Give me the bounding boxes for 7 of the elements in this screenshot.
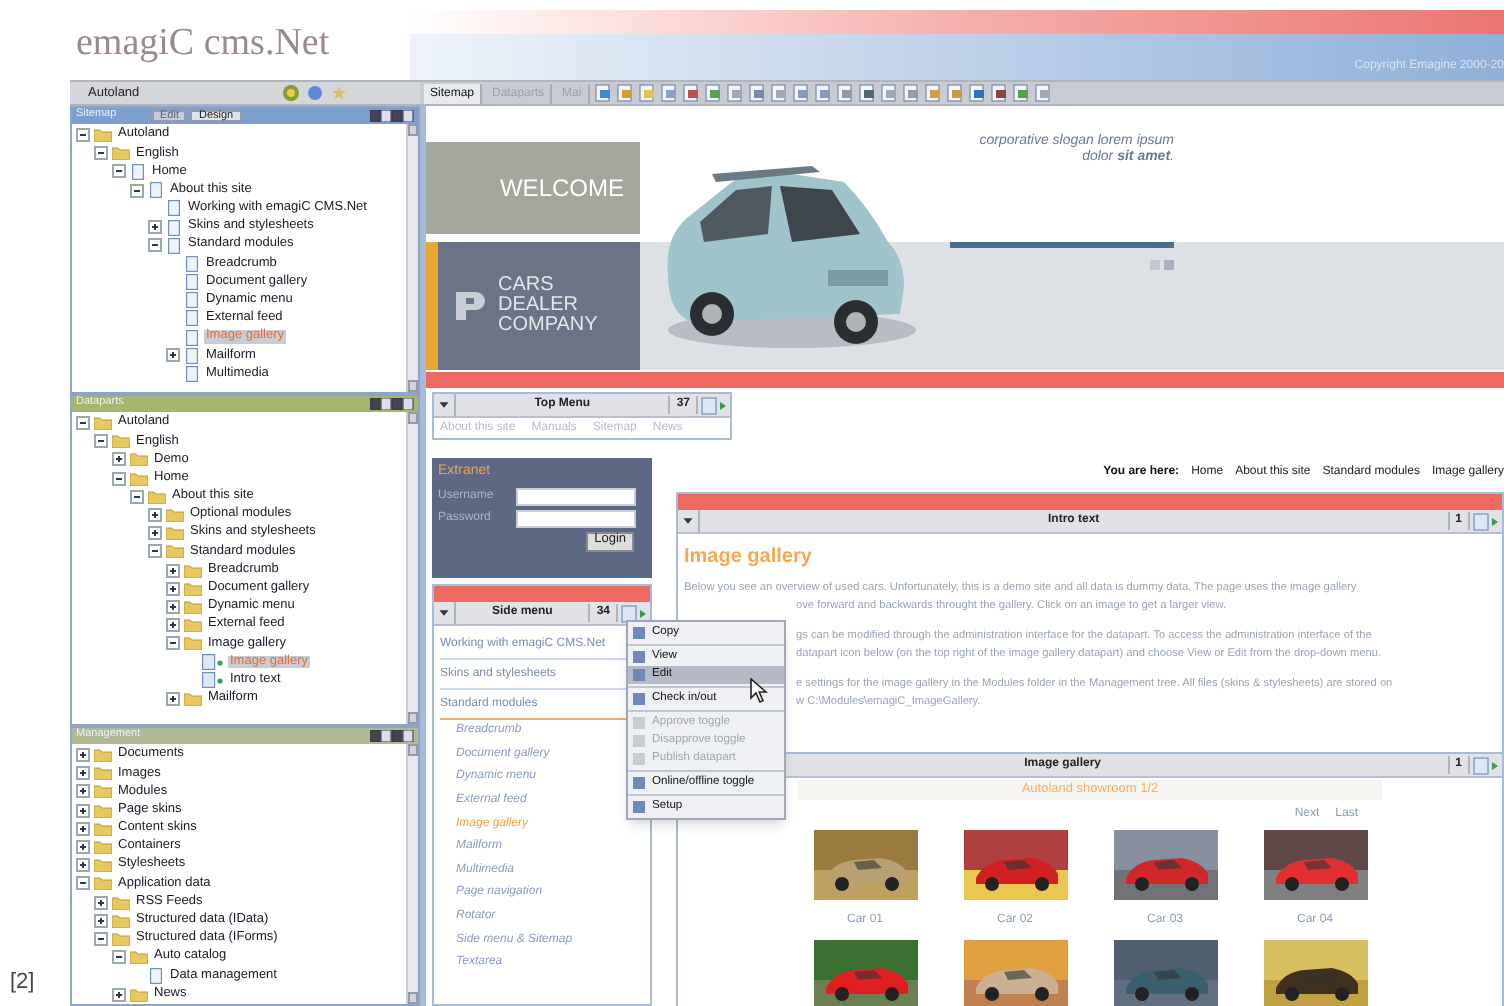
company-name: DEALER [498,296,581,316]
logo: emagiC cms.Net [76,20,330,69]
company-name: CARS [498,276,556,296]
company-name: COMPANY [498,316,598,336]
welcome-text: WELCOME [499,172,624,206]
content-heading: Image gallery [682,544,814,572]
figure-caption: [2] [10,967,37,997]
